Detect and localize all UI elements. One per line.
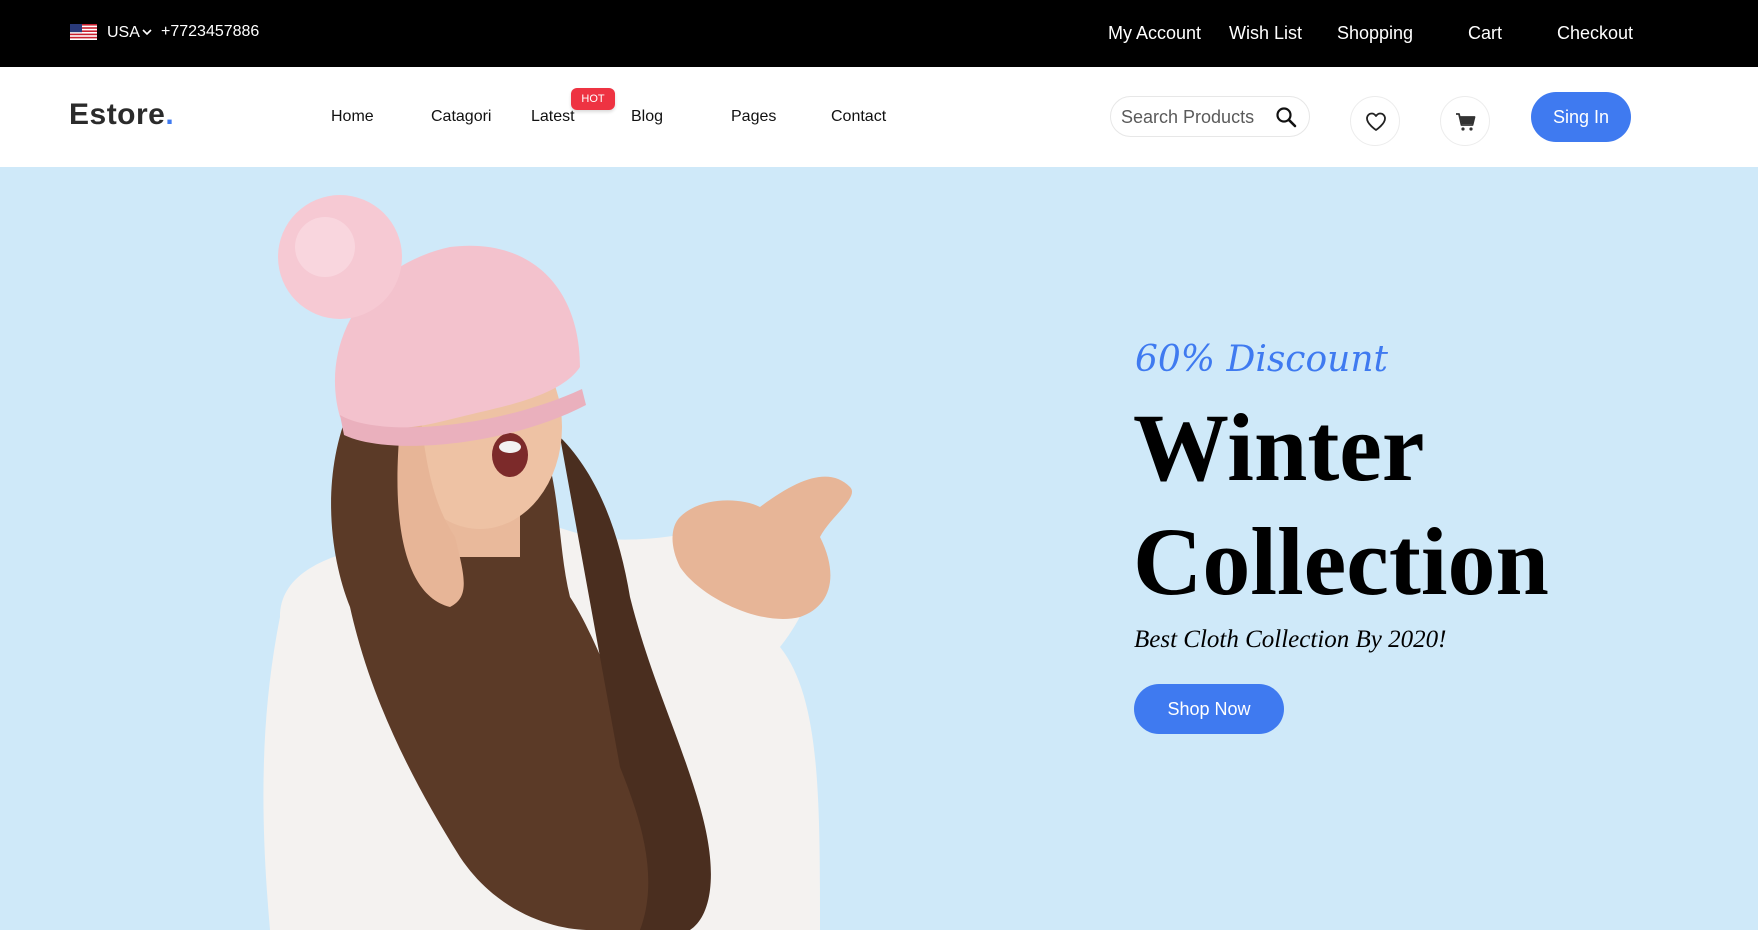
wish-list-link[interactable]: Wish List <box>1229 22 1302 44</box>
nav-catagori[interactable]: Catagori <box>431 107 491 127</box>
hot-badge: HOT <box>571 88 615 110</box>
search-input[interactable] <box>1121 106 1271 128</box>
shopping-link[interactable]: Shopping <box>1337 22 1413 44</box>
checkout-link[interactable]: Checkout <box>1557 22 1633 44</box>
search-box <box>1110 96 1310 137</box>
logo-text: Estore <box>69 98 166 131</box>
nav-latest[interactable]: Latest <box>531 107 575 127</box>
chevron-down-icon[interactable] <box>142 28 152 36</box>
cart-icon <box>1456 113 1476 131</box>
logo[interactable]: Estore. <box>69 97 174 133</box>
nav-pages[interactable]: Pages <box>731 107 776 127</box>
discount-text: 60% Discount <box>1135 339 1388 380</box>
hero-title-line2: Collection <box>1133 508 1549 615</box>
hero-banner: 60% Discount Winter Collection Best Clot… <box>0 167 1758 930</box>
sign-in-button[interactable]: Sing In <box>1531 92 1631 142</box>
top-bar: USA +7723457886 My Account Wish List Sho… <box>0 0 1758 67</box>
country-selector[interactable]: USA <box>107 24 140 42</box>
hero-title-line1: Winter <box>1133 394 1425 501</box>
shop-now-button[interactable]: Shop Now <box>1134 684 1284 734</box>
phone-number: +7723457886 <box>161 23 260 40</box>
hero-tagline: Best Cloth Collection By 2020! <box>1134 626 1447 653</box>
search-icon[interactable] <box>1275 106 1297 128</box>
my-account-link[interactable]: My Account <box>1108 22 1201 44</box>
main-nav: Estore. Home Catagori Latest HOT Blog Pa… <box>0 67 1758 167</box>
heart-icon <box>1366 112 1386 131</box>
logo-dot: . <box>165 98 175 131</box>
wishlist-button[interactable] <box>1350 96 1400 146</box>
cart-link[interactable]: Cart <box>1468 22 1502 44</box>
usa-flag-icon[interactable] <box>70 24 97 40</box>
nav-home[interactable]: Home <box>331 107 374 127</box>
model-image <box>263 195 853 930</box>
cart-button[interactable] <box>1440 96 1490 146</box>
nav-blog[interactable]: Blog <box>631 107 663 127</box>
nav-contact[interactable]: Contact <box>831 107 886 127</box>
